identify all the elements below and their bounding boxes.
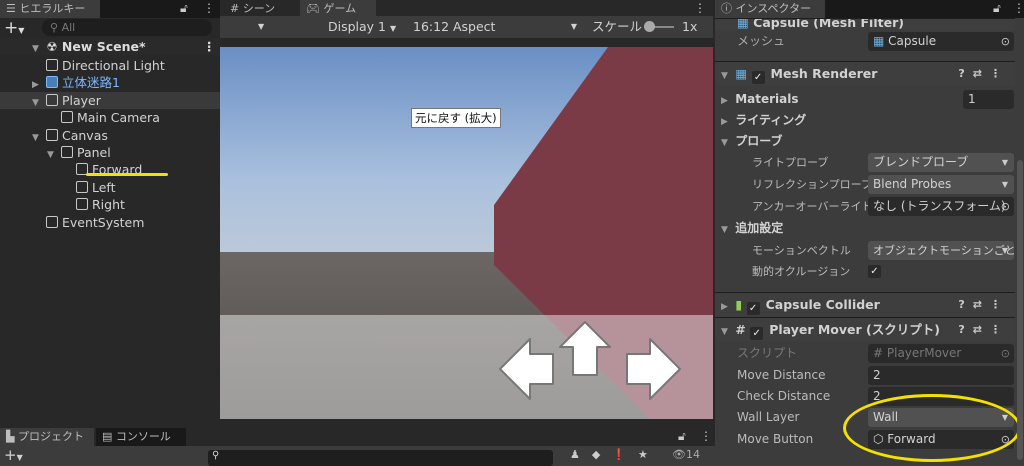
tab-inspector[interactable]: ⓘ インスペクター bbox=[715, 0, 825, 18]
aspect-dropdown[interactable]: 16:12 Aspect ▼ bbox=[413, 16, 583, 38]
game-panel: # シーン 🎮︎ ゲーム ⋮ ▼ Display 1 ▼ 16:12 Aspec… bbox=[220, 0, 715, 428]
script-field: # PlayerMover ⊙ bbox=[868, 344, 1014, 363]
add-button[interactable]: +▼ bbox=[4, 18, 24, 38]
hierarchy-item[interactable]: ▼ Player bbox=[0, 91, 220, 109]
scale-label: スケール bbox=[592, 19, 643, 34]
player-mover-header[interactable]: ▼ # ✓ Player Mover (スクリプト) ?⇄⋮ bbox=[715, 317, 1015, 341]
gameobject-icon bbox=[75, 180, 88, 193]
add-button[interactable]: +▼ bbox=[4, 446, 23, 464]
gameobject-icon bbox=[45, 93, 58, 106]
component-icons[interactable]: ?⇄⋮ bbox=[958, 62, 1009, 86]
hierarchy-item[interactable]: ▼ Canvas bbox=[0, 127, 220, 144]
more-menu-icon[interactable]: ⋮ bbox=[1013, 1, 1024, 15]
inspector-tabbar: ⓘ インスペクター 🔓︎ ⋮ bbox=[715, 0, 1024, 18]
scale-value: 1x bbox=[682, 19, 698, 34]
mesh-filter-header[interactable]: ▦ Capsule (Mesh Filter) bbox=[715, 18, 1015, 30]
hierarchy-item[interactable]: Directional Light bbox=[0, 57, 220, 74]
hierarchy-item[interactable]: ▼ Panel bbox=[0, 144, 220, 161]
gameobject-icon bbox=[45, 76, 58, 89]
scene-menu-icon[interactable]: ⋮ bbox=[203, 38, 216, 55]
more-menu-icon[interactable]: ⋮ bbox=[203, 1, 215, 15]
hierarchy-item[interactable]: ▶ 立体迷路1 bbox=[0, 74, 220, 91]
scene-row[interactable]: ▼ ☢ New Scene* ⋮ bbox=[0, 38, 220, 55]
hierarchy-item[interactable]: EventSystem bbox=[0, 214, 220, 231]
capsule-collider-enabled-checkbox[interactable]: ✓ bbox=[746, 302, 760, 315]
hidden-count[interactable]: 👁︎14 bbox=[672, 448, 700, 461]
hierarchy-item[interactable]: Right bbox=[0, 196, 220, 213]
player-mover-enabled-checkbox[interactable]: ✓ bbox=[750, 327, 764, 340]
game-viewport[interactable] bbox=[220, 47, 713, 419]
lock-icon[interactable]: 🔓︎ bbox=[678, 429, 686, 444]
hierarchy-tabbar: ☰ ヒエラルキー 🔓︎ ⋮ bbox=[0, 0, 220, 18]
gameobject-icon bbox=[45, 59, 58, 71]
hierarchy-search-input[interactable]: ⚲ All bbox=[42, 19, 212, 36]
project-toolbar: +▼ ⚲ ♟◆❗★ 👁︎14 bbox=[0, 446, 715, 466]
gameobject-icon bbox=[45, 215, 58, 228]
object-picker-icon: ⊙ bbox=[1000, 200, 1010, 213]
game-toolbar: ▼ Display 1 ▼ 16:12 Aspect ▼ スケール 1x bbox=[220, 16, 713, 38]
tab-console[interactable]: ▤ コンソール bbox=[96, 428, 186, 446]
gameobject-icon bbox=[60, 146, 73, 158]
object-picker-icon: ⊙ bbox=[1000, 347, 1010, 360]
filter-icons[interactable]: ♟◆❗★ bbox=[570, 448, 660, 461]
inspector-panel: ⓘ インスペクター 🔓︎ ⋮ ▦ Capsule (Mesh Filter) メ… bbox=[715, 0, 1024, 466]
lock-icon[interactable]: 🔓︎ bbox=[180, 1, 188, 16]
lighting-foldout[interactable]: ▶ ライティング bbox=[715, 110, 1015, 131]
mesh-renderer-header[interactable]: ▼ ▦ ✓ Mesh Renderer ?⇄⋮ bbox=[715, 61, 1015, 85]
gameobject-icon bbox=[75, 198, 88, 211]
tooltip: 元に戻す (拡大) bbox=[411, 108, 501, 128]
hierarchy-item[interactable]: Left bbox=[0, 179, 220, 196]
dynamic-occlusion-label: 動的オクルージョン bbox=[752, 265, 851, 278]
gameobject-icon bbox=[60, 111, 73, 124]
light-probe-dropdown[interactable]: ブレンドプローブ bbox=[868, 153, 1014, 172]
tab-hierarchy[interactable]: ☰ ヒエラルキー bbox=[0, 0, 100, 18]
more-menu-icon[interactable]: ⋮ bbox=[700, 429, 712, 443]
project-search-input[interactable]: ⚲ bbox=[208, 450, 553, 466]
tab-project[interactable]: ▙ プロジェクト bbox=[0, 428, 94, 446]
mesh-field[interactable]: ▦ Capsule ⊙ bbox=[868, 32, 1014, 51]
inspector-scrollbar[interactable] bbox=[1017, 160, 1023, 460]
anchor-override-field[interactable]: なし (トランスフォーム) ⊙ bbox=[868, 197, 1014, 216]
gameobject-icon bbox=[45, 128, 58, 141]
component-icons[interactable]: ?⇄⋮ bbox=[958, 293, 1009, 317]
capsule-collider-header[interactable]: ▶ ▮ ✓ Capsule Collider ?⇄⋮ bbox=[715, 292, 1015, 316]
hierarchy-panel: ☰ ヒエラルキー 🔓︎ ⋮ +▼ ⚲ All ▼ ☢ New Scene* ⋮ D… bbox=[0, 0, 220, 428]
additional-settings-foldout[interactable]: ▼ 追加設定 bbox=[715, 218, 1015, 239]
move-distance-field[interactable]: 2 bbox=[868, 366, 1014, 385]
game-mode-dropdown[interactable]: ▼ bbox=[258, 16, 264, 38]
mesh-renderer-enabled-checkbox[interactable]: ✓ bbox=[751, 71, 765, 84]
hierarchy-item[interactable]: Main Camera bbox=[0, 109, 220, 126]
project-panel: ▙ プロジェクト ▤ コンソール 🔓︎ ⋮ +▼ ⚲ ♟◆❗★ 👁︎14 bbox=[0, 428, 715, 466]
component-icons[interactable]: ?⇄⋮ bbox=[958, 318, 1009, 342]
materials-count-field[interactable]: 1 bbox=[963, 90, 1014, 109]
display-dropdown[interactable]: Display 1 ▼ bbox=[328, 16, 396, 40]
lock-icon[interactable]: 🔓︎ bbox=[993, 1, 1001, 16]
dynamic-occlusion-checkbox[interactable]: ✓ bbox=[868, 265, 881, 278]
highlight-circle bbox=[843, 394, 1021, 462]
object-picker-icon: ⊙ bbox=[1000, 35, 1010, 48]
game-menu-icon[interactable]: ⋮ bbox=[694, 1, 706, 15]
scale-slider[interactable] bbox=[644, 21, 674, 32]
motion-vector-dropdown[interactable]: オブジェクトモーションごと bbox=[868, 241, 1014, 260]
scale-slider-thumb[interactable] bbox=[644, 21, 655, 32]
probes-foldout[interactable]: ▼ プローブ bbox=[715, 131, 1015, 152]
highlight-underline bbox=[86, 173, 168, 176]
reflection-probe-dropdown[interactable]: Blend Probes bbox=[868, 175, 1014, 194]
